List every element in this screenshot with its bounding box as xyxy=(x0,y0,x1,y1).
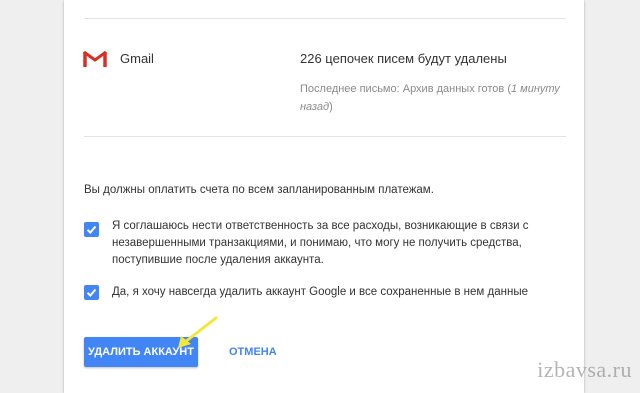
pointer-arrow-icon xyxy=(178,316,218,348)
watermark: izbavsa.ru xyxy=(537,357,632,382)
